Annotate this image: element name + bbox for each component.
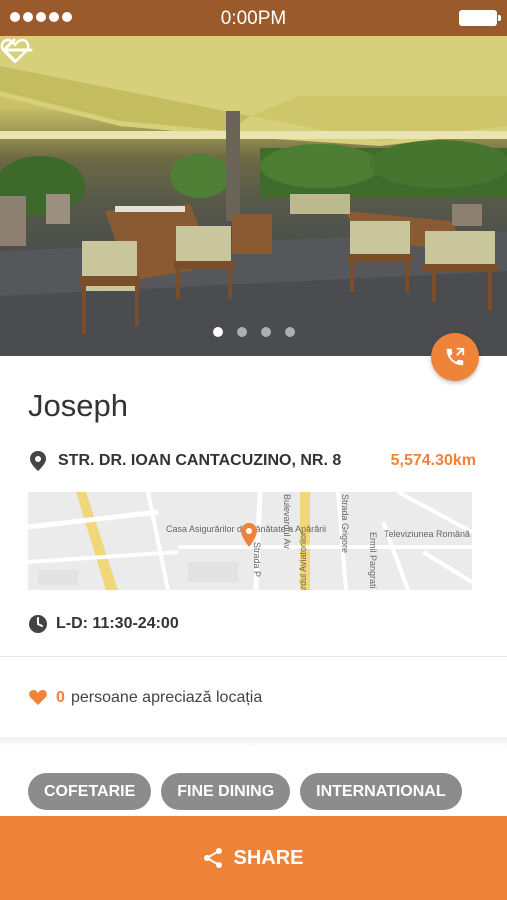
tag-fine-dining[interactable]: FINE DINING [161, 773, 291, 810]
address-text: STR. DR. IOAN CANTACUZINO, NR. 8 [58, 452, 342, 469]
share-icon [204, 848, 223, 868]
section-separator [0, 737, 507, 745]
opening-hours: L-D: 11:30-24:00 [56, 615, 179, 632]
share-button[interactable]: SHARE [0, 816, 507, 900]
map-label-televiziunea: Televiziunea Română [384, 529, 471, 539]
clock-icon [29, 615, 47, 633]
map-marker-icon[interactable] [240, 522, 258, 548]
status-time: 0:00PM [220, 8, 287, 29]
slide-dot-4[interactable] [284, 327, 295, 337]
battery-icon [459, 10, 501, 26]
divider [0, 656, 507, 657]
call-button[interactable] [431, 333, 479, 381]
map-label-strada-grigore: Strada Grigore [340, 494, 350, 554]
share-label: SHARE [233, 846, 304, 869]
favorite-heart-icon[interactable] [0, 36, 30, 66]
distance-text: 5,574.30km [390, 452, 476, 469]
likes-count: 0 [56, 689, 65, 706]
tag-list: COFETARIE FINE DINING INTERNATIONAL [28, 773, 462, 810]
slide-dot-1[interactable] [212, 327, 223, 337]
map-label-bulevardul: Bulevardul Av [282, 494, 292, 549]
location-map[interactable]: Casa Asigurărilor de Sănătate a Apărării… [28, 492, 472, 590]
location-pin-icon [30, 451, 46, 471]
map-label-aviatorilor: Iardul Aviatorilor [298, 532, 308, 590]
likes-label: persoane apreciază locația [71, 689, 263, 706]
slide-dot-3[interactable] [260, 327, 271, 337]
tag-cofetarie[interactable]: COFETARIE [28, 773, 152, 810]
restaurant-photo [0, 36, 507, 356]
tag-international[interactable]: INTERNATIONAL [300, 773, 462, 810]
place-title: Joseph [28, 388, 128, 423]
status-bar: 0:00PM [0, 0, 507, 36]
address-row: STR. DR. IOAN CANTACUZINO, NR. 8 5,574.3… [28, 450, 478, 474]
hero-photo[interactable] [0, 36, 507, 356]
slide-dot-2[interactable] [236, 327, 247, 337]
hours-row: L-D: 11:30-24:00 [28, 614, 179, 639]
phone-icon [446, 347, 465, 366]
map-label-pangrati: Ermil Pangrati [368, 532, 378, 589]
slide-indicator [0, 327, 507, 337]
likes-row[interactable]: 0 persoane apreciază locația [28, 688, 262, 711]
heart-icon [29, 690, 47, 705]
